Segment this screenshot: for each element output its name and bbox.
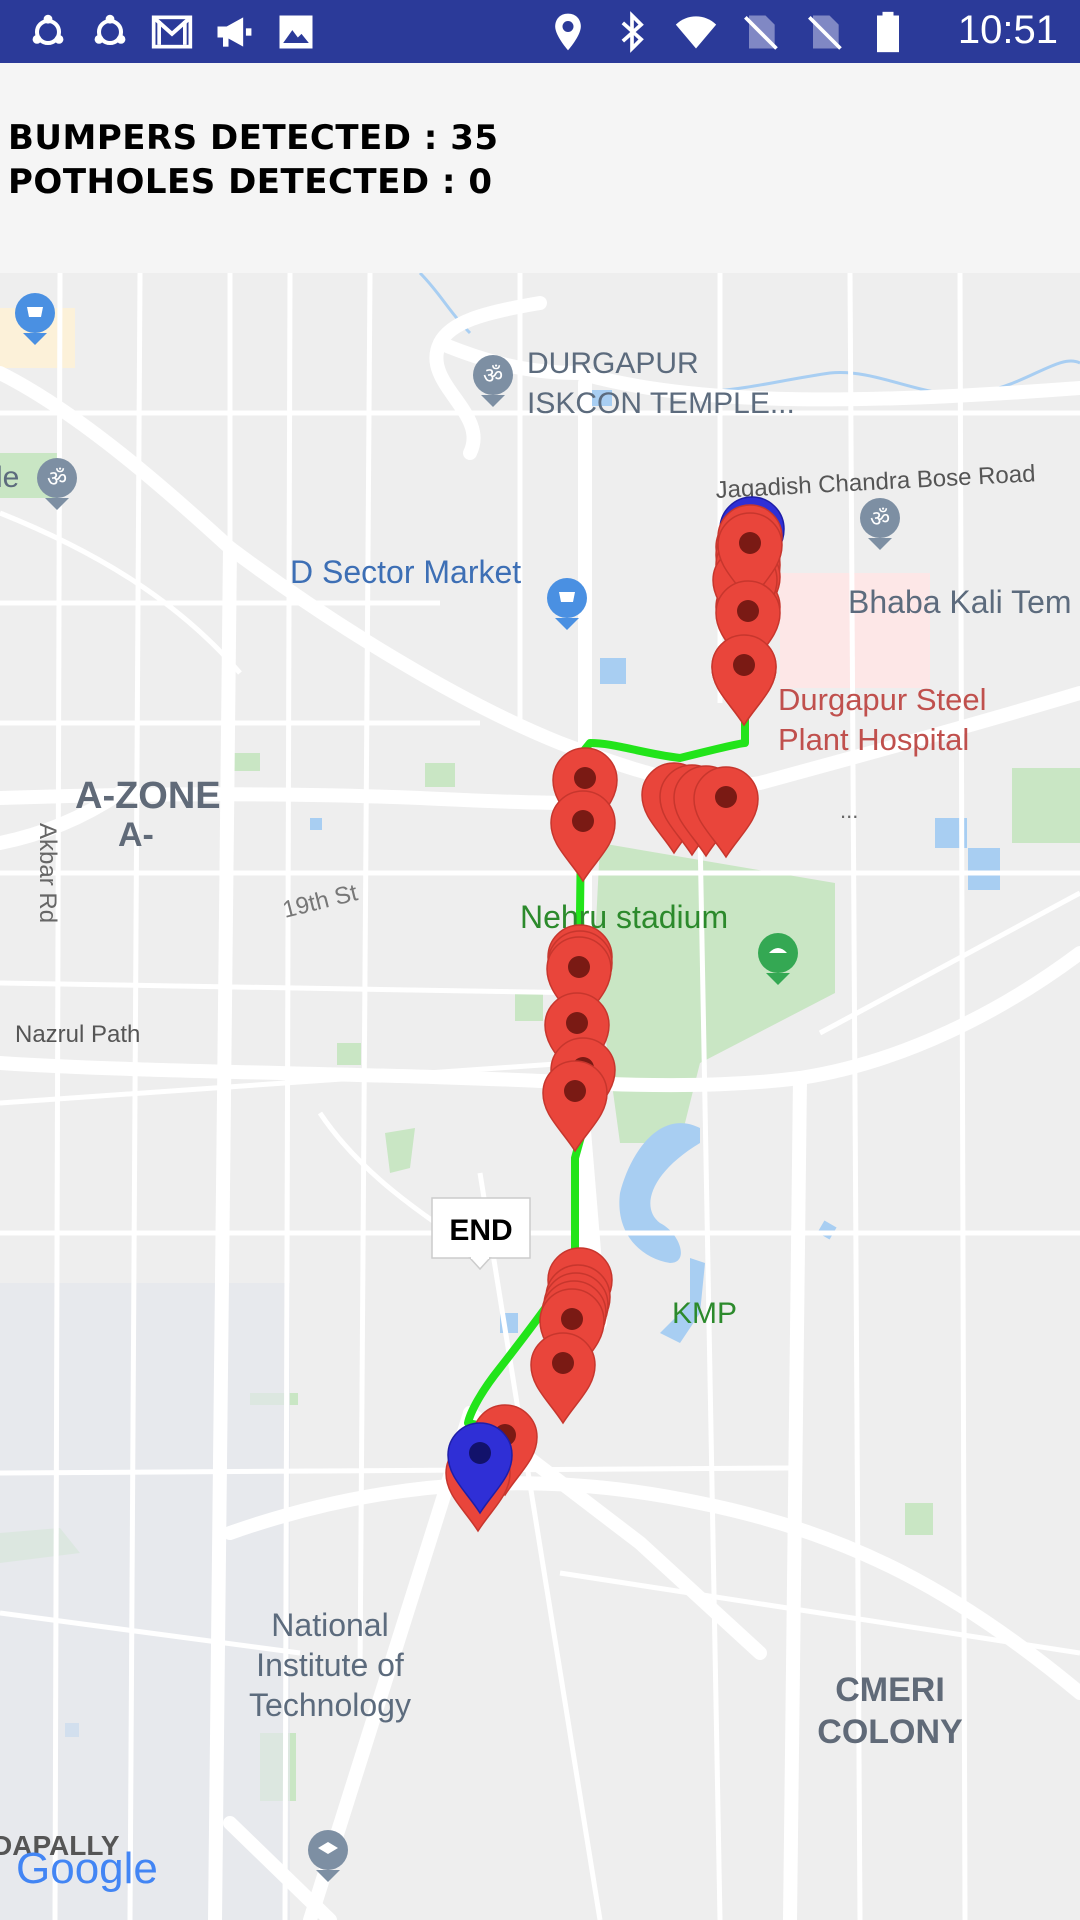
detection-summary-panel: BUMPERS DETECTED : 35 POTHOLES DETECTED … [0, 63, 1080, 273]
status-bar: 10:51 [0, 0, 1080, 63]
end-label: END [449, 1214, 512, 1247]
ellipsis-label: ... [840, 798, 858, 823]
end-info-window[interactable]: END [431, 1197, 531, 1271]
svg-text:ॐ: ॐ [47, 467, 67, 492]
battery-icon [866, 10, 910, 54]
area-label: A-ZONE [75, 775, 221, 817]
google-logo: Google [16, 1844, 158, 1893]
gmail-icon [150, 10, 194, 54]
clock: 10:51 [957, 8, 1058, 52]
iskcon-label: DURGAPUR [527, 347, 699, 380]
iskcon-label: ISKCON TEMPLE... [527, 387, 795, 420]
institution-label: National [271, 1607, 388, 1643]
place-label: le [0, 461, 19, 494]
hospital-label: Plant Hospital [778, 722, 969, 757]
institution-label: Institute of [256, 1647, 404, 1683]
road-label: Nazrul Path [15, 1021, 140, 1048]
sync-icon [88, 10, 132, 54]
stadium-label: Nehru stadium [520, 899, 728, 935]
system-icons [546, 10, 910, 54]
no-sim-icon [802, 10, 846, 54]
hospital-label: Durgapur Steel [778, 682, 987, 717]
place-label: Bhaba Kali Tem [848, 584, 1072, 620]
area-label: COLONY [817, 1713, 963, 1751]
svg-text:ॐ: ॐ [870, 507, 890, 532]
image-icon [274, 10, 318, 54]
wifi-icon [674, 10, 718, 54]
place-label: KMP [672, 1297, 737, 1330]
sync-icon [26, 10, 70, 54]
institution-label: Technology [249, 1687, 411, 1723]
bluetooth-icon [610, 10, 654, 54]
area-label: CMERI [835, 1671, 945, 1709]
notification-icons [26, 10, 318, 54]
market-label: D Sector Market [290, 554, 521, 590]
svg-text:ॐ: ॐ [483, 364, 503, 389]
area-label: A- [118, 816, 154, 854]
bumpers-detected-text: BUMPERS DETECTED : 35 [8, 118, 499, 158]
institution-area [0, 1283, 290, 1920]
potholes-detected-text: POTHOLES DETECTED : 0 [8, 162, 493, 202]
location-icon [546, 10, 590, 54]
road-label: Akbar Rd [34, 823, 61, 923]
megaphone-icon [212, 10, 256, 54]
no-sim-icon [738, 10, 782, 54]
map-view[interactable]: ॐ ॐ ॐ DURGAPUR ISKCON TEMPLE... Jagadish… [0, 273, 1080, 1920]
